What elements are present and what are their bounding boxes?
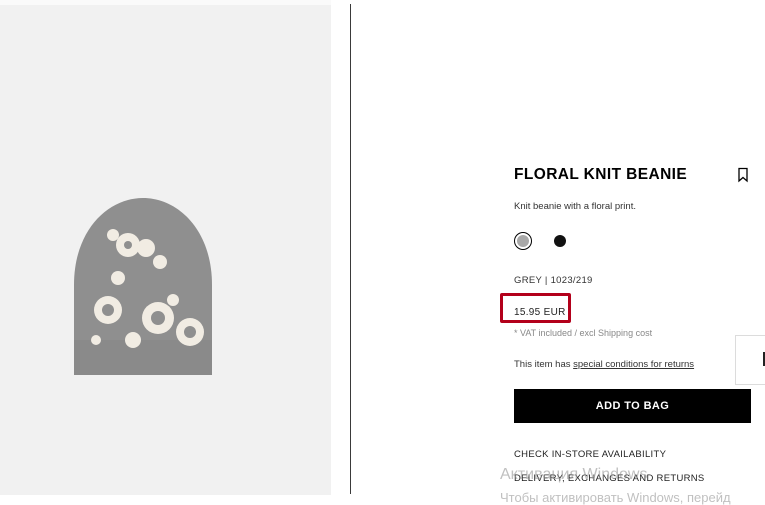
returns-note: This item has special conditions for ret… bbox=[514, 359, 694, 370]
product-price: 15.95 EUR bbox=[514, 307, 566, 318]
check-in-store-link[interactable]: CHECK IN-STORE AVAILABILITY bbox=[514, 449, 666, 460]
column-divider bbox=[350, 4, 351, 494]
product-image[interactable] bbox=[0, 0, 331, 495]
bookmark-icon[interactable] bbox=[736, 167, 750, 183]
color-swatch-grey[interactable] bbox=[514, 232, 532, 250]
side-panel-tab[interactable] bbox=[735, 335, 765, 385]
product-description: Knit beanie with a floral print. bbox=[514, 201, 636, 212]
vat-note: * VAT included / excl Shipping cost bbox=[514, 328, 653, 338]
windows-activation-watermark-title: Активация Windows bbox=[500, 466, 648, 483]
product-title: FLORAL KNIT BEANIE bbox=[514, 166, 688, 183]
windows-activation-watermark-text: Чтобы активировать Windows, перейд bbox=[500, 490, 731, 505]
floral-beanie-image bbox=[74, 198, 212, 375]
returns-conditions-link[interactable]: special conditions for returns bbox=[573, 359, 694, 370]
returns-note-text: This item has bbox=[514, 359, 574, 370]
color-reference: GREY | 1023/219 bbox=[514, 275, 593, 286]
color-swatch-black[interactable] bbox=[554, 235, 566, 247]
add-to-bag-button[interactable]: ADD TO BAG bbox=[514, 389, 751, 423]
image-top-strip bbox=[0, 0, 331, 5]
